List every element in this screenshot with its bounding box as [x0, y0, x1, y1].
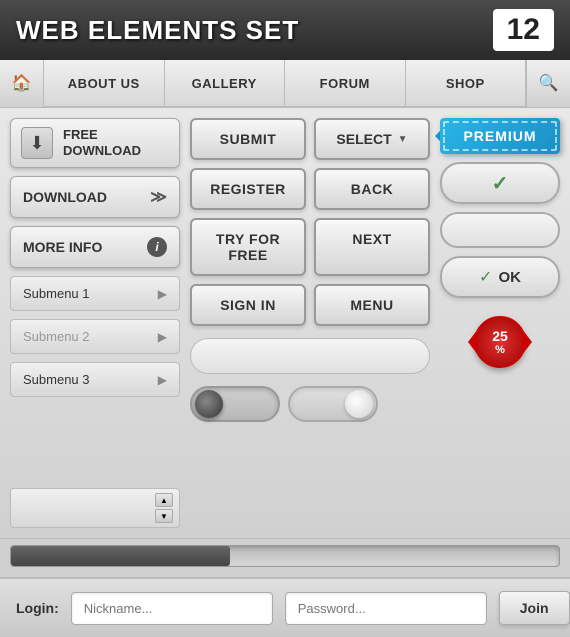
toggle-knob-dark	[195, 390, 223, 418]
join-button[interactable]: Join	[499, 591, 570, 625]
chevron-double-icon: ≫	[150, 187, 167, 207]
submenu-item-2[interactable]: Submenu 2 ▶	[10, 319, 180, 354]
arrow-right-icon-2: ▶	[158, 330, 167, 344]
password-input[interactable]	[285, 592, 487, 625]
login-label: Login:	[16, 600, 59, 616]
login-bar: Login: Join	[0, 577, 570, 637]
select-button[interactable]: SELECT ▼	[314, 118, 430, 160]
select-arrow-icon: ▼	[398, 134, 408, 145]
scroll-up-button[interactable]: ▲	[155, 493, 173, 507]
main-content: ⬇ FREE DOWNLOAD DOWNLOAD ≫ MORE INFO i S…	[0, 108, 570, 538]
home-nav-button[interactable]: 🏠	[0, 59, 44, 107]
scroll-control: ▲ ▼	[10, 488, 180, 528]
sign-in-button[interactable]: SIGN IN	[190, 284, 306, 326]
button-grid: SUBMIT SELECT ▼ REGISTER BACK TRY FOR FR…	[190, 118, 430, 326]
toggle-off-switch[interactable]	[288, 386, 378, 422]
nav-gallery[interactable]: GALLERY	[165, 59, 286, 107]
back-button[interactable]: BACK	[314, 168, 430, 210]
progress-track	[10, 545, 560, 567]
submenu-item-3[interactable]: Submenu 3 ▶	[10, 362, 180, 397]
next-button[interactable]: NEXT	[314, 218, 430, 276]
header-number: 12	[493, 9, 554, 51]
toggle-knob-light	[345, 390, 373, 418]
ok-check-icon: ✓	[479, 267, 492, 287]
left-column: ⬇ FREE DOWNLOAD DOWNLOAD ≫ MORE INFO i S…	[10, 118, 180, 528]
toggle-on-switch[interactable]	[190, 386, 280, 422]
middle-column: SUBMIT SELECT ▼ REGISTER BACK TRY FOR FR…	[190, 118, 430, 528]
nav-forum[interactable]: FORUM	[285, 59, 406, 107]
menu-button[interactable]: MENU	[314, 284, 430, 326]
header: WEB ELEMENTS SET 12	[0, 0, 570, 60]
download-button[interactable]: DOWNLOAD ≫	[10, 176, 180, 218]
nav-about-us[interactable]: ABOUT US	[44, 59, 165, 107]
discount-badge: 25 %	[474, 316, 526, 368]
progress-fill	[11, 546, 230, 566]
try-for-free-button[interactable]: TRY FOR FREE	[190, 218, 306, 276]
nav-shop[interactable]: SHOP	[406, 59, 527, 107]
search-icon: 🔍	[539, 73, 559, 93]
submenu-item-1[interactable]: Submenu 1 ▶	[10, 276, 180, 311]
download-icon: ⬇	[21, 127, 53, 159]
scroll-down-button[interactable]: ▼	[155, 509, 173, 523]
arrow-right-icon-3: ▶	[158, 373, 167, 387]
more-info-button[interactable]: MORE INFO i	[10, 226, 180, 268]
free-download-label: FREE DOWNLOAD	[63, 127, 141, 158]
premium-banner: PREMIUM	[440, 118, 560, 154]
search-button[interactable]: 🔍	[526, 59, 570, 107]
navbar: 🏠 ABOUT US GALLERY FORUM SHOP 🔍	[0, 60, 570, 108]
checkmark-icon: ✓	[492, 171, 509, 196]
info-icon: i	[147, 237, 167, 257]
submit-button[interactable]: SUBMIT	[190, 118, 306, 160]
free-download-button[interactable]: ⬇ FREE DOWNLOAD	[10, 118, 180, 168]
scroll-arrows: ▲ ▼	[155, 493, 173, 523]
register-button[interactable]: REGISTER	[190, 168, 306, 210]
ok-button[interactable]: ✓ OK	[440, 256, 560, 298]
nickname-input[interactable]	[71, 592, 273, 625]
header-title: WEB ELEMENTS SET	[16, 15, 493, 46]
home-icon: 🏠	[12, 73, 32, 93]
toggle-area	[190, 386, 430, 422]
check-button[interactable]: ✓	[440, 162, 560, 204]
arrow-right-icon: ▶	[158, 287, 167, 301]
right-column: PREMIUM ✓ ✓ OK 25 %	[440, 118, 560, 528]
text-input-display[interactable]	[190, 338, 430, 374]
progress-section	[0, 538, 570, 577]
empty-rounded-button[interactable]	[440, 212, 560, 248]
